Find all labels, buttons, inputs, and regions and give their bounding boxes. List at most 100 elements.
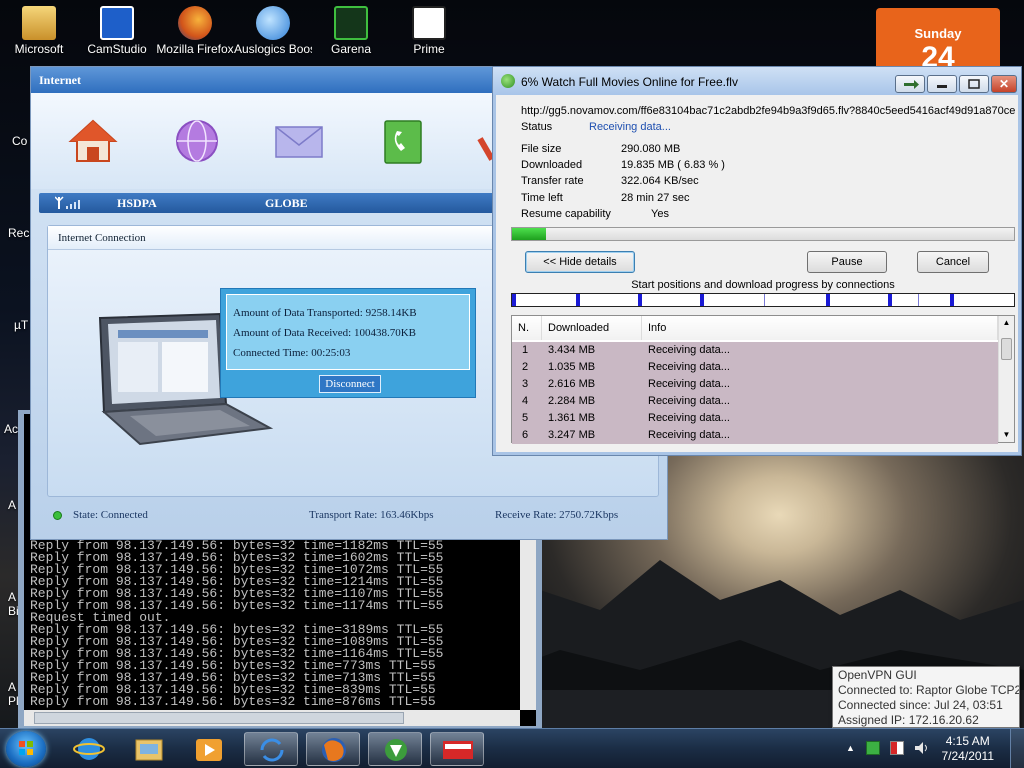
minimize-to-tray-button[interactable]: [895, 75, 925, 93]
download-url: http://gg5.novamov.com/ff6e83104bac71c2a…: [521, 105, 1016, 117]
desktop-label-ac[interactable]: Ac: [4, 422, 18, 436]
calendar-gadget[interactable]: Sunday 24: [876, 8, 1000, 74]
desktop-label-a[interactable]: A: [8, 498, 16, 512]
download-details: http://gg5.novamov.com/ff6e83104bac71c2a…: [501, 101, 1015, 447]
volume-icon[interactable]: [914, 741, 928, 755]
home-icon[interactable]: [67, 117, 119, 165]
tooltip-connected-to: Connected to: Raptor Globe TCP2: [838, 683, 1020, 697]
connected-led-icon: [53, 511, 62, 520]
connection-row[interactable]: 3 2.616 MB Receiving data...: [512, 376, 998, 393]
desktop-label-ut[interactable]: µT: [14, 318, 28, 332]
taskbar: ▲ 4:15 AM 7/24/2011: [0, 728, 1024, 768]
network-tray-icon[interactable]: [866, 741, 880, 755]
taskbar-smart-bro[interactable]: [430, 732, 484, 766]
tooltip-connected-since: Connected since: Jul 24, 03:51: [838, 698, 1003, 712]
connection-row[interactable]: 4 2.284 MB Receiving data...: [512, 393, 998, 410]
segment-progress-1: [512, 294, 516, 306]
network-type: HSDPA: [117, 196, 157, 210]
cmd-horizontal-scrollbar[interactable]: [24, 710, 520, 726]
taskbar-windows-explorer[interactable]: [122, 732, 176, 766]
desktop-icon-microsoft[interactable]: Microsoft: [0, 6, 78, 56]
connection-downloaded: 2.616 MB: [548, 378, 596, 390]
connection-row[interactable]: 6 3.247 MB Receiving data...: [512, 427, 998, 444]
download-progress-window[interactable]: 6% Watch Full Movies Online for Free.flv…: [492, 66, 1022, 456]
connection-info: Receiving data...: [648, 344, 730, 356]
cmd-scroll-thumb[interactable]: [34, 712, 404, 724]
taskbar-sync-app[interactable]: [244, 732, 298, 766]
arrow-right-icon: [904, 80, 919, 89]
start-orb[interactable]: [6, 731, 46, 767]
connections-table[interactable]: N. Downloaded Info 1 3.434 MB Receiving da…: [511, 315, 1015, 444]
data-received: Amount of Data Received: 100438.70KB: [233, 327, 416, 339]
desktop-icon-prime[interactable]: Prime: [390, 6, 468, 56]
taskbar-media-player[interactable]: [182, 732, 236, 766]
close-button[interactable]: ✕: [991, 75, 1017, 93]
sync-icon: [260, 738, 284, 762]
status-value: Receiving data...: [589, 121, 671, 133]
firefox-icon: [322, 738, 346, 762]
connection-downloaded: 2.284 MB: [548, 395, 596, 407]
ping-output: Reply from 98.137.149.56: bytes=32 time=…: [30, 539, 443, 708]
segment-progress-4: [700, 294, 704, 306]
clock-date: 7/24/2011: [941, 749, 995, 763]
column-header-downloaded[interactable]: Downloaded: [542, 316, 642, 340]
connection-n: 4: [522, 395, 529, 407]
connection-info: Receiving data...: [648, 395, 730, 407]
connection-info: Receiving data...: [648, 429, 730, 441]
tooltip-assigned-ip: Assigned IP: 172.16.20.62: [838, 713, 979, 727]
clock[interactable]: 4:15 AM 7/24/2011: [942, 734, 995, 764]
resume-value: Yes: [651, 208, 669, 220]
connection-n: 1: [522, 344, 529, 356]
operator-name: GLOBE: [265, 196, 308, 210]
connection-row[interactable]: 1 3.434 MB Receiving data...: [512, 342, 998, 359]
desktop-icon-camstudio[interactable]: CamStudio: [78, 6, 156, 56]
hide-details-button[interactable]: << Hide details: [525, 251, 635, 273]
download-window-titlebar[interactable]: 6% Watch Full Movies Online for Free.flv…: [493, 67, 1021, 95]
browser-globe-icon[interactable]: [171, 117, 223, 165]
segment-progress-7: [950, 294, 954, 306]
internet-explorer-icon: [73, 738, 105, 760]
auslogics-icon: [256, 6, 290, 40]
scroll-down-icon[interactable]: ▼: [1001, 430, 1012, 440]
close-icon: ✕: [998, 77, 1010, 91]
desktop-label-rec[interactable]: Rec: [8, 226, 29, 240]
column-header-number[interactable]: N.: [512, 316, 542, 340]
segment-progress-5: [826, 294, 830, 306]
idm-icon: [385, 739, 407, 761]
openvpn-tooltip: OpenVPN GUI Connected to: Raptor Globe T…: [832, 666, 1020, 728]
scroll-up-icon[interactable]: ▲: [1001, 318, 1012, 328]
desktop-icon-firefox[interactable]: Mozilla Firefox: [156, 6, 234, 56]
connection-row[interactable]: 2 1.035 MB Receiving data...: [512, 359, 998, 376]
desktop-label-co[interactable]: Co: [12, 134, 27, 148]
maximize-button[interactable]: [959, 75, 989, 93]
camstudio-icon: [100, 6, 134, 40]
desktop-icon-garena[interactable]: Garena: [312, 6, 390, 56]
downloaded-value: 19.835 MB ( 6.83 % ): [621, 159, 725, 171]
status-row: State: Connected Transport Rate: 163.46K…: [47, 503, 659, 525]
sms-envelope-icon[interactable]: [273, 117, 325, 165]
phonebook-icon[interactable]: [377, 117, 429, 165]
connection-n: 5: [522, 412, 529, 424]
clock-time: 4:15 AM: [945, 734, 990, 748]
connection-info: Receiving data...: [648, 378, 730, 390]
connection-downloaded: 3.434 MB: [548, 344, 596, 356]
disconnect-button[interactable]: Disconnect: [319, 375, 381, 393]
connections-scrollbar[interactable]: ▲ ▼: [998, 316, 1014, 442]
taskbar-internet-explorer[interactable]: [62, 732, 116, 766]
scroll-thumb[interactable]: [1001, 338, 1012, 360]
desktop-icon-auslogics[interactable]: Auslogics BoostSpeed: [234, 6, 312, 56]
security-shield-icon[interactable]: [890, 741, 904, 755]
pause-button[interactable]: Pause: [807, 251, 887, 273]
cancel-button[interactable]: Cancel: [917, 251, 989, 273]
show-desktop-button[interactable]: [1010, 729, 1024, 768]
receive-rate: Receive Rate: 2750.72Kbps: [495, 509, 619, 521]
minimize-button[interactable]: [927, 75, 957, 93]
taskbar-idm[interactable]: [368, 732, 422, 766]
tray-expand-icon[interactable]: ▲: [846, 743, 860, 757]
taskbar-firefox[interactable]: [306, 732, 360, 766]
segment-progress-2: [576, 294, 580, 306]
resume-label: Resume capability: [521, 208, 611, 220]
connection-n: 6: [522, 429, 529, 441]
column-header-info[interactable]: Info: [642, 316, 998, 340]
connection-row[interactable]: 5 1.361 MB Receiving data...: [512, 410, 998, 427]
